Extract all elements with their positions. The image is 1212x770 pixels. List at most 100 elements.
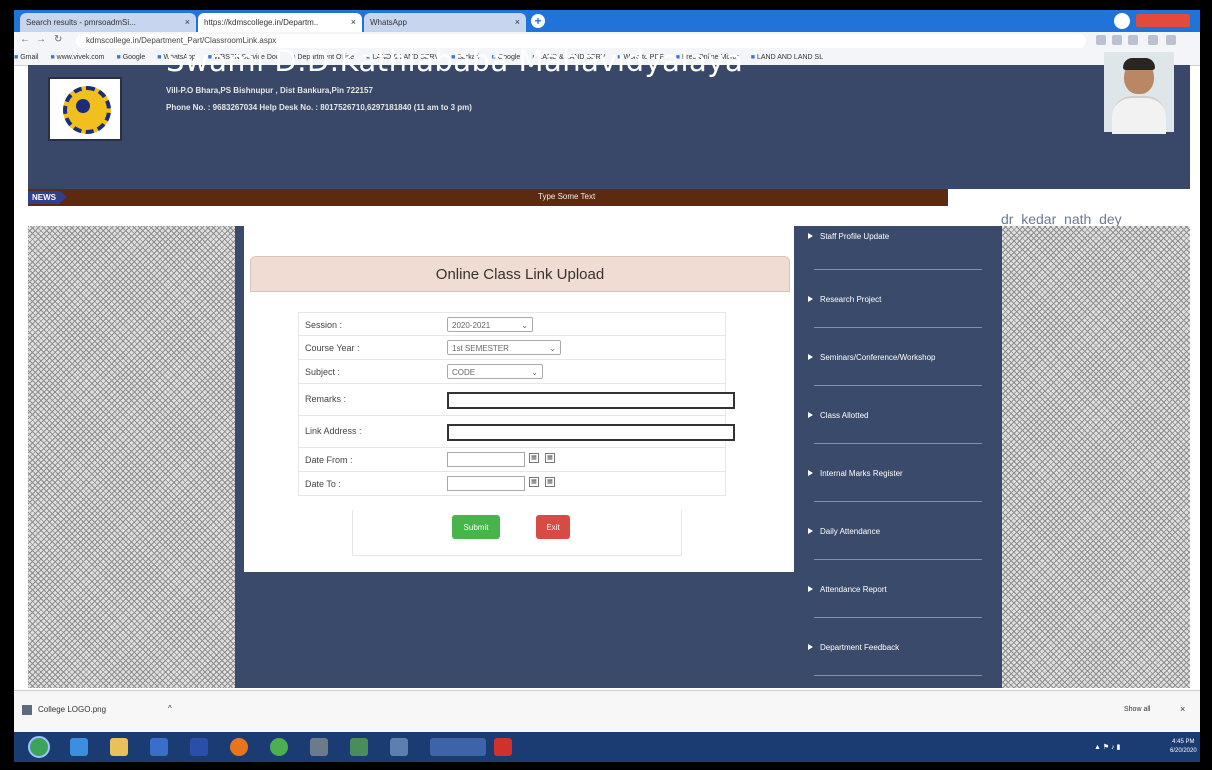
menu-divider [814, 327, 982, 328]
download-options-icon[interactable]: ^ [168, 704, 172, 713]
menu-icon[interactable] [1148, 35, 1158, 45]
download-file-name[interactable]: College LOGO.png [38, 705, 106, 714]
chevron-right-icon [808, 644, 813, 650]
course-year-select[interactable]: 1st SEMESTER ⌄ [447, 340, 561, 355]
gear-logo-icon [63, 86, 111, 134]
reload-icon[interactable]: ↻ [54, 34, 62, 45]
menu-internal-marks-register[interactable]: Internal Marks Register [794, 455, 1002, 495]
tab-close-icon[interactable]: × [515, 13, 520, 32]
window-controls[interactable] [1136, 14, 1190, 27]
extension-icon[interactable] [1096, 35, 1106, 45]
menu-divider [814, 269, 982, 270]
calculator-icon[interactable] [310, 738, 328, 756]
media-icon[interactable] [190, 738, 208, 756]
news-text: Type Some Text [538, 192, 596, 201]
bookmark-item[interactable]: Google [117, 54, 146, 61]
submit-button[interactable]: Submit [452, 515, 500, 539]
menu-seminars[interactable]: Seminars/Conference/Workshop [794, 339, 1002, 379]
browser-tab-search[interactable]: Search results - pmrsoadmSi... × [20, 13, 196, 32]
logged-in-user: dr_kedar_nath_dey [1001, 211, 1122, 227]
browser-tab-whatsapp[interactable]: WhatsApp × [364, 13, 526, 32]
chrome-icon[interactable] [270, 738, 288, 756]
course-year-label: Course Year : [305, 343, 360, 353]
profile-hair [1123, 58, 1155, 70]
subject-value: CODE [452, 368, 476, 377]
college-address: Vill-P.O Bhara,PS Bishnupur , Dist Banku… [166, 86, 373, 95]
date-from-input[interactable] [447, 452, 525, 467]
tab-close-icon[interactable]: × [351, 13, 356, 32]
profile-icon[interactable] [1114, 13, 1130, 29]
date-to-input[interactable] [447, 476, 525, 491]
menu-label: Class Allotted [820, 411, 869, 420]
bookmark-item[interactable]: Gmail [14, 54, 38, 61]
chevron-right-icon [808, 354, 813, 360]
pdf-icon[interactable] [494, 738, 512, 756]
close-download-bar-icon[interactable]: × [1180, 704, 1185, 714]
show-all-button[interactable]: Show all [1124, 706, 1150, 713]
download-bar: College LOGO.png ^ Show all × [14, 690, 1200, 733]
chrome-task-icon[interactable] [430, 738, 486, 756]
bookmark-item[interactable]: LAND AND LAND SL [751, 54, 823, 61]
menu-divider [814, 559, 982, 560]
background-pattern-right [1002, 226, 1190, 688]
new-tab-button[interactable]: + [531, 14, 545, 28]
tab-title: Search results - pmrsoadmSi... [26, 18, 136, 27]
browser-tab-active[interactable]: https://kdmscollege.in/Departm... × [198, 13, 362, 32]
course-year-value: 1st SEMESTER [452, 344, 509, 353]
menu-label: Attendance Report [820, 585, 887, 594]
menu-research-project[interactable]: Research Project [794, 281, 1002, 321]
menu-divider [814, 501, 982, 502]
profile-photo [1104, 52, 1174, 134]
exit-button[interactable]: Exit [536, 515, 570, 539]
tab-title: https://kdmscollege.in/Departm... [204, 18, 318, 27]
clock[interactable]: 4:45 PM 6/20/2020 [1170, 738, 1197, 756]
link-address-input[interactable] [447, 424, 735, 441]
menu-department-feedback[interactable]: Department Feedback [794, 629, 1002, 669]
chevron-down-icon: ⌄ [531, 368, 538, 377]
firefox-icon[interactable] [230, 738, 248, 756]
subject-select[interactable]: CODE ⌄ [447, 364, 543, 379]
site-header [28, 65, 1190, 189]
menu-attendance-report[interactable]: Attendance Report [794, 571, 1002, 611]
menu-staff-profile-update[interactable]: Staff Profile Update [794, 226, 1002, 266]
share-icon[interactable] [1112, 35, 1122, 45]
calendar-icon[interactable]: ▦ [529, 477, 539, 487]
remarks-input[interactable] [447, 392, 735, 409]
menu-divider [814, 443, 982, 444]
calendar-icon[interactable]: ▦ [545, 453, 555, 463]
spreadsheet-icon[interactable] [350, 738, 368, 756]
session-select[interactable]: 2020-2021 ⌄ [447, 317, 533, 332]
ie-icon[interactable] [70, 738, 88, 756]
profile-body [1112, 96, 1166, 134]
calendar-icon[interactable]: ▦ [529, 453, 539, 463]
chevron-right-icon [808, 412, 813, 418]
news-ticker: NEWS Type Some Text [28, 189, 948, 206]
document-icon[interactable] [390, 738, 408, 756]
date-to-label: Date To : [305, 479, 341, 489]
bookmark-item[interactable]: www.vivek.com [50, 54, 104, 61]
college-logo [48, 77, 122, 141]
start-button-icon[interactable] [28, 736, 50, 758]
tab-close-icon[interactable]: × [185, 13, 190, 32]
app-icon[interactable] [150, 738, 168, 756]
system-tray-icons[interactable]: ▲ ⚑ ♪ ▮ [1094, 743, 1120, 751]
chevron-right-icon [808, 528, 813, 534]
forward-icon[interactable]: → [36, 34, 46, 45]
avatar-icon[interactable] [1166, 35, 1176, 45]
star-icon[interactable] [1128, 35, 1138, 45]
chevron-down-icon: ⌄ [549, 344, 556, 353]
remarks-row: Remarks : [298, 384, 735, 416]
menu-daily-attendance[interactable]: Daily Attendance [794, 513, 1002, 553]
form-actions [352, 510, 682, 556]
menu-label: Department Feedback [820, 643, 900, 652]
folder-icon[interactable] [110, 738, 128, 756]
tab-strip: Search results - pmrsoadmSi... × https:/… [14, 10, 1200, 32]
college-phone: Phone No. : 9683267034 Help Desk No. : 8… [166, 103, 472, 112]
calendar-icon[interactable]: ▦ [545, 477, 555, 487]
link-address-row: Link Address : [298, 416, 735, 448]
subject-label: Subject : [305, 367, 341, 377]
date-from-row: Date From : ▦ ▦ [298, 448, 726, 472]
back-icon[interactable]: ← [20, 34, 30, 45]
background-pattern-left [28, 226, 235, 688]
menu-class-allotted[interactable]: Class Allotted [794, 397, 1002, 437]
